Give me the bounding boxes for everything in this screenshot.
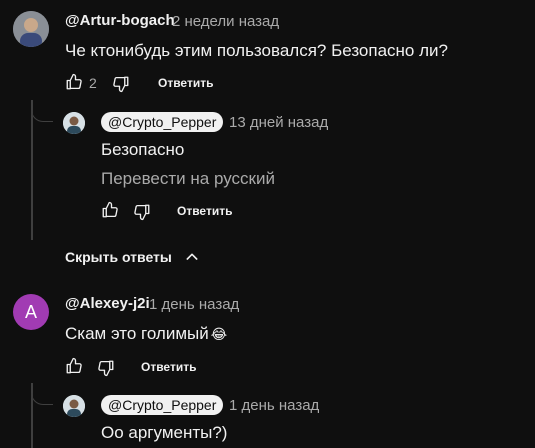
translate-link[interactable]: Перевести на русский	[101, 169, 275, 189]
comment-text: Безопасно	[101, 140, 185, 159]
reply-button[interactable]: Ответить	[141, 360, 196, 374]
comment-time[interactable]: 2 недели назад	[172, 13, 279, 30]
author-chip[interactable]: @Crypto_Pepper	[101, 112, 224, 132]
avatar[interactable]	[63, 112, 85, 134]
comment-time[interactable]: 1 день назад	[229, 397, 319, 414]
user-photo-icon	[63, 112, 85, 134]
thread-connector	[31, 100, 53, 122]
laughing-emoji-icon: 😂	[210, 326, 228, 342]
comment-text-body: Скам это голимый	[65, 324, 209, 343]
author-chip[interactable]: @Crypto_Pepper	[101, 395, 224, 415]
like-count: 2	[89, 75, 97, 91]
hide-replies-label: Скрыть ответы	[65, 249, 172, 265]
dislike-icon[interactable]	[97, 359, 115, 377]
dislike-icon[interactable]	[133, 203, 151, 221]
hide-replies-button[interactable]: Скрыть ответы	[65, 249, 200, 265]
comment-text: Оо аргументы?)	[101, 423, 228, 442]
like-icon[interactable]	[65, 357, 83, 375]
comment-text: Че ктонибудь этим пользовался? Безопасно…	[65, 41, 448, 60]
avatar[interactable]: A	[13, 294, 49, 330]
comment-author[interactable]: @Alexey-j2i	[65, 295, 150, 312]
avatar[interactable]	[63, 395, 85, 417]
dislike-icon[interactable]	[112, 75, 130, 93]
thread-line	[31, 100, 33, 240]
thread-connector	[31, 383, 53, 405]
comment-time[interactable]: 1 день назад	[149, 296, 239, 313]
reply-button[interactable]: Ответить	[177, 204, 232, 218]
avatar[interactable]	[13, 11, 49, 47]
chevron-up-icon	[184, 249, 200, 265]
avatar-letter: A	[24, 301, 37, 322]
user-photo-icon	[63, 395, 85, 417]
like-icon[interactable]	[101, 201, 119, 219]
reply-button[interactable]: Ответить	[158, 76, 213, 90]
comment-text: Скам это голимый 😂	[65, 324, 227, 344]
like-icon[interactable]	[65, 73, 83, 91]
comment-time[interactable]: 13 дней назад	[229, 114, 328, 131]
comment-author[interactable]: @Artur-bogach	[65, 12, 175, 29]
user-photo-icon	[13, 11, 49, 47]
